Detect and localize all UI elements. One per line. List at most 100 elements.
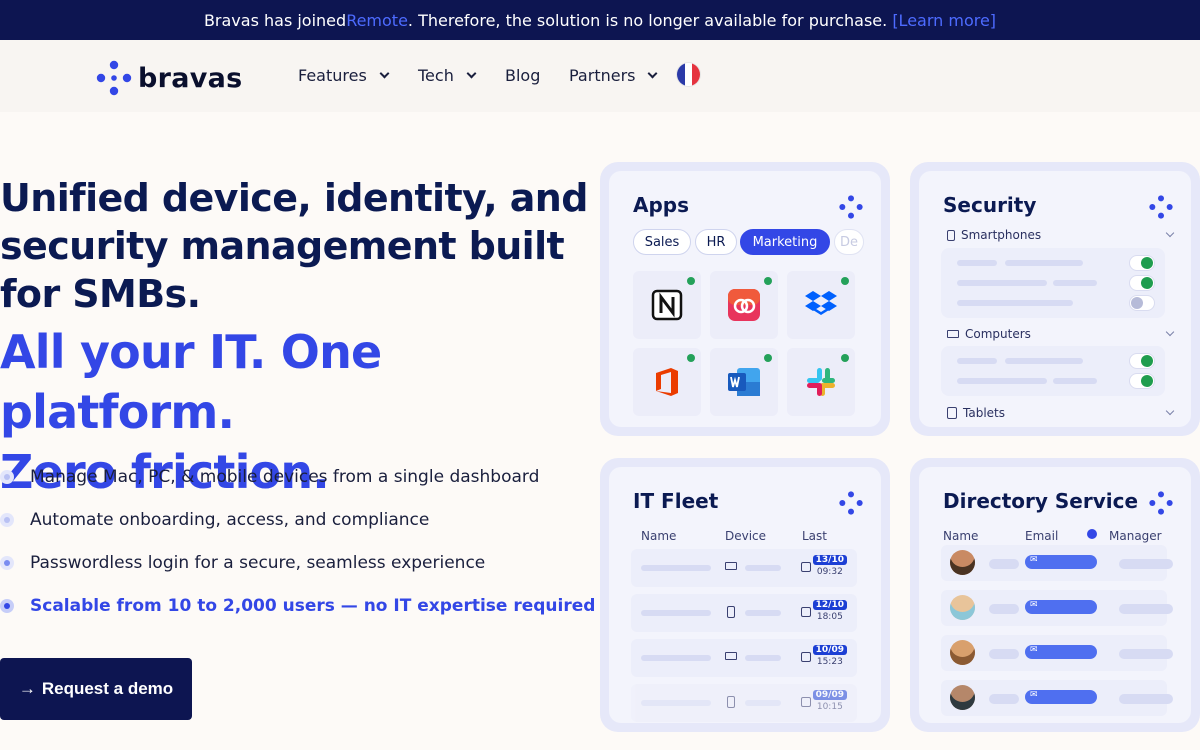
tab-sales[interactable]: Sales — [633, 229, 691, 255]
nav-tech[interactable]: Tech — [418, 66, 477, 85]
arrow-right-icon: → — [18, 679, 36, 698]
calendar-icon — [801, 652, 811, 662]
word-icon[interactable] — [710, 348, 778, 416]
dropbox-icon[interactable] — [787, 271, 855, 339]
nav-features[interactable]: Features — [298, 66, 390, 85]
avatar — [950, 685, 975, 710]
chevron-down-icon[interactable] — [1165, 228, 1175, 238]
smartphone-icon — [947, 229, 955, 241]
bullet-text: Scalable from 10 to 2,000 users — no IT … — [30, 596, 596, 616]
last-seen: 10/09 15:23 — [812, 645, 847, 667]
security-card: Security Smartphones Computers Tablets — [910, 162, 1200, 436]
smartphone-icon — [727, 696, 735, 708]
email-badge — [1025, 554, 1097, 569]
bullet-text: Automate onboarding, access, and complia… — [30, 510, 430, 530]
nav-partners-label: Partners — [569, 66, 636, 85]
avatar — [950, 550, 975, 575]
banner-learn-more-link[interactable]: [Learn more] — [892, 11, 996, 30]
bullet-dot-icon — [0, 470, 14, 484]
logo-text: bravas — [138, 62, 243, 94]
policy-toggle[interactable] — [1129, 295, 1155, 311]
hero-accent-line-1: All your IT. One platform. — [0, 325, 382, 439]
nav-tech-label: Tech — [418, 66, 454, 85]
table-row[interactable] — [941, 635, 1173, 671]
last-seen-date: 10/09 — [812, 645, 847, 655]
nav-blog-label: Blog — [505, 66, 541, 85]
column-last[interactable]: Last — [802, 529, 827, 543]
creative-cloud-icon[interactable] — [710, 271, 778, 339]
tab-marketing[interactable]: Marketing — [740, 229, 830, 255]
column-email[interactable]: Email — [1025, 529, 1058, 543]
nav-features-label: Features — [298, 66, 367, 85]
email-badge — [1025, 689, 1097, 704]
smartphone-policies — [941, 248, 1165, 318]
last-seen-time: 10:15 — [816, 702, 843, 712]
request-demo-button[interactable]: → Request a demo — [0, 658, 192, 720]
verified-icon — [1087, 529, 1097, 539]
announcement-banner: Bravas has joined Remote. Therefore, the… — [0, 0, 1200, 40]
directory-card-title: Directory Service — [943, 489, 1139, 513]
notion-icon[interactable] — [633, 271, 701, 339]
fr-flag-icon[interactable] — [677, 63, 700, 86]
column-name[interactable]: Name — [641, 529, 676, 543]
policy-toggle[interactable] — [1129, 255, 1155, 271]
table-row[interactable] — [941, 680, 1173, 716]
section-tablets[interactable]: Tablets — [947, 406, 1005, 420]
policy-toggle[interactable] — [1129, 373, 1155, 389]
last-seen-date: 12/10 — [812, 600, 847, 610]
logo[interactable]: bravas — [96, 60, 243, 96]
table-row[interactable]: 12/10 18:05 — [631, 594, 857, 632]
banner-remote-link[interactable]: Remote — [346, 11, 408, 30]
banner-suffix: . Therefore, the solution is no longer a… — [407, 10, 893, 30]
chevron-down-icon[interactable] — [1165, 406, 1175, 416]
laptop-icon — [725, 652, 737, 660]
section-computers[interactable]: Computers — [947, 327, 1031, 341]
bravas-logo-icon — [1149, 195, 1173, 219]
computer-policies — [941, 346, 1165, 396]
bravas-logo-icon — [1149, 491, 1173, 515]
table-row[interactable] — [941, 545, 1173, 581]
last-seen-time: 09:32 — [816, 567, 843, 577]
last-seen: 12/10 18:05 — [812, 600, 847, 622]
apps-card-title: Apps — [633, 193, 690, 217]
bullet-dot-icon — [0, 599, 14, 613]
chevron-down-icon — [466, 68, 477, 79]
bravas-logo-icon — [839, 195, 863, 219]
last-seen-time: 15:23 — [816, 657, 843, 667]
table-row[interactable]: 09/09 10:15 — [631, 684, 857, 722]
policy-toggle[interactable] — [1129, 275, 1155, 291]
security-card-title: Security — [943, 193, 1037, 217]
banner-prefix: Bravas has joined — [203, 10, 347, 30]
table-row[interactable]: 10/09 15:23 — [631, 639, 857, 677]
bullet-dot-icon — [0, 513, 14, 527]
tab-partial[interactable]: De — [834, 229, 864, 255]
hero-title: Unified device, identity, and security m… — [0, 176, 588, 316]
chevron-down-icon[interactable] — [1165, 327, 1175, 337]
calendar-icon — [801, 562, 811, 572]
avatar — [950, 595, 975, 620]
table-row[interactable] — [941, 590, 1173, 626]
column-manager[interactable]: Manager — [1109, 529, 1162, 543]
calendar-icon — [801, 697, 811, 707]
section-smartphones[interactable]: Smartphones — [947, 228, 1041, 242]
computer-icon — [947, 330, 959, 338]
avatar — [950, 640, 975, 665]
bullet-item: Passwordless login for a secure, seamles… — [0, 553, 485, 573]
tab-hr[interactable]: HR — [695, 229, 737, 255]
nav-partners[interactable]: Partners — [569, 66, 658, 85]
directory-card: Directory Service Name Email Manager — [910, 458, 1200, 732]
policy-toggle[interactable] — [1129, 353, 1155, 369]
request-demo-label: Request a demo — [41, 679, 174, 698]
last-seen-date: 13/10 — [812, 555, 847, 565]
office-icon[interactable] — [633, 348, 701, 416]
column-device[interactable]: Device — [725, 529, 766, 543]
bullet-item: Manage Mac, PC, & mobile devices from a … — [0, 467, 539, 487]
slack-icon[interactable] — [787, 348, 855, 416]
last-seen: 09/09 10:15 — [812, 690, 847, 712]
apps-card: Apps Sales HR Marketing De — [600, 162, 890, 436]
bullet-text: Passwordless login for a secure, seamles… — [30, 553, 486, 573]
nav-blog[interactable]: Blog — [505, 66, 540, 85]
table-row[interactable]: 13/10 09:32 — [631, 549, 857, 587]
column-name[interactable]: Name — [943, 529, 978, 543]
smartphone-icon — [727, 606, 735, 618]
